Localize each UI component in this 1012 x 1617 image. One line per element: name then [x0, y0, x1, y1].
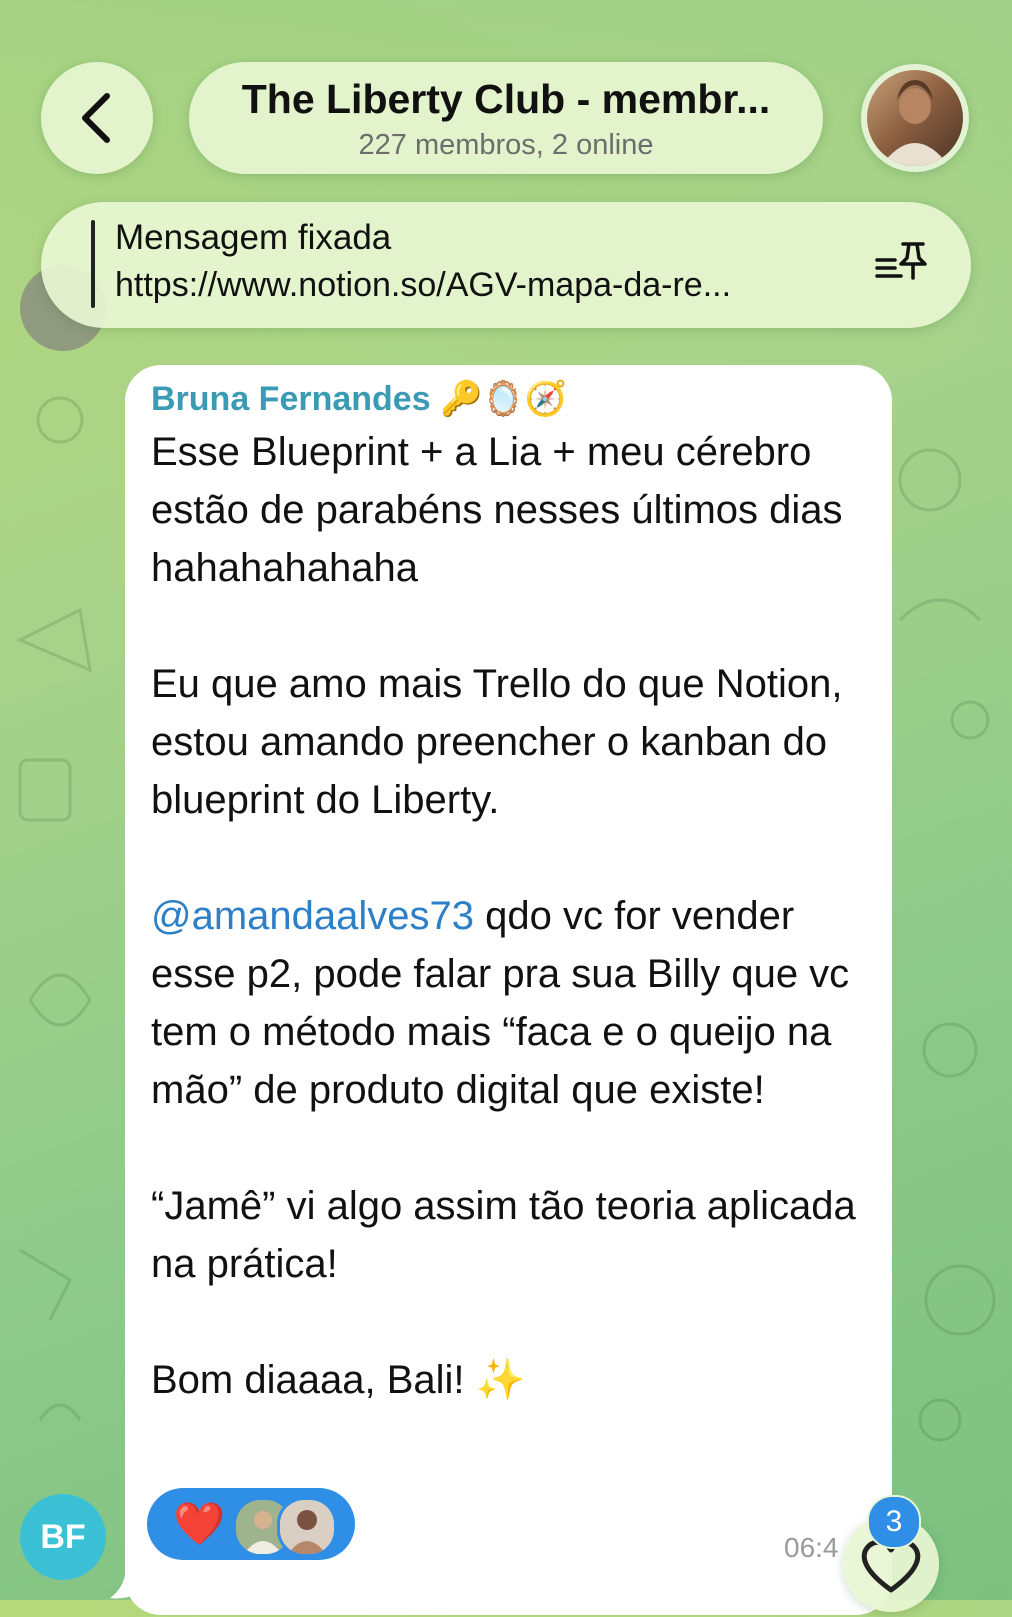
reactor-avatar: [277, 1497, 337, 1557]
message-bubble[interactable]: Bruna Fernandes 🔑🪞🧭 Esse Blueprint + a L…: [125, 365, 892, 1615]
chevron-left-icon: [82, 93, 110, 143]
sender-emoji-status: 🔑🪞🧭: [440, 380, 568, 418]
pinned-indicator: [91, 220, 95, 308]
sender-avatar[interactable]: BF: [20, 1494, 106, 1580]
pinned-label: Mensagem fixada: [115, 218, 392, 257]
member-count: 227 membros, 2 online: [358, 129, 654, 161]
unread-reactions-badge: 3: [867, 1495, 921, 1549]
message-paragraph-2: Eu que amo mais Trello do que Notion, es…: [151, 662, 854, 822]
sender-name[interactable]: Bruna Fernandes 🔑🪞🧭: [151, 379, 567, 419]
sender-name-text: Bruna Fernandes: [151, 380, 431, 418]
pinned-link: https://www.notion.so/AGV-mapa-da-re...: [115, 266, 732, 304]
message-paragraph-1: Esse Blueprint + a Lia + meu cérebro est…: [151, 430, 854, 590]
group-photo: [867, 70, 963, 166]
mention-link[interactable]: @amandaalves73: [151, 894, 474, 938]
back-button[interactable]: [41, 62, 153, 174]
group-avatar[interactable]: [861, 64, 969, 172]
message-text: Esse Blueprint + a Lia + meu cérebro est…: [151, 423, 871, 1409]
reaction-chip[interactable]: ❤️: [147, 1488, 355, 1560]
chat-header[interactable]: The Liberty Club - membr... 227 membros,…: [189, 62, 823, 174]
message-paragraph-5: Bom diaaaa, Bali! ✨: [151, 1358, 526, 1402]
pinned-message-bar[interactable]: Mensagem fixada https://www.notion.so/AG…: [41, 202, 971, 328]
bubble-tail: [110, 1540, 136, 1599]
message-paragraph-4: “Jamê” vi algo assim tão teoria aplicada…: [151, 1184, 867, 1286]
pinned-list-icon[interactable]: [873, 238, 929, 286]
chat-title: The Liberty Club - membr...: [241, 76, 771, 122]
message-time: 06:4: [784, 1532, 839, 1563]
heart-reaction-icon: ❤️: [173, 1500, 226, 1547]
